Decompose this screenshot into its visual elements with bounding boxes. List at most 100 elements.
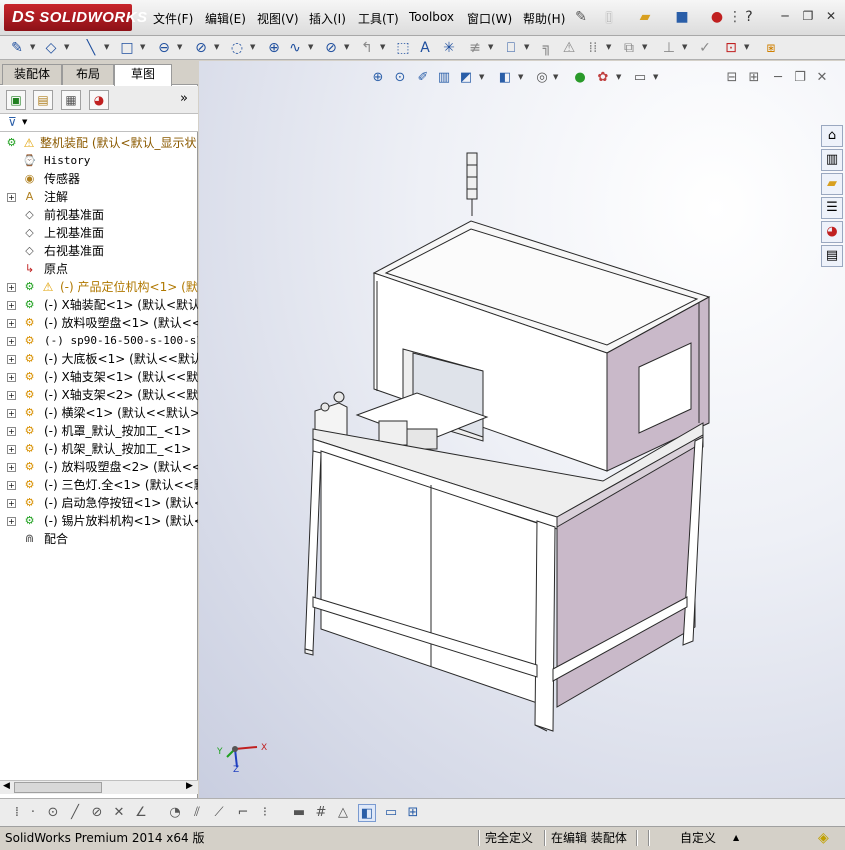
arc-icon[interactable]: ◔ bbox=[166, 804, 184, 822]
plane-icon[interactable]: ⬚ bbox=[394, 39, 412, 57]
ellipse-icon[interactable]: ⊘ bbox=[322, 39, 340, 57]
tree-item[interactable]: + ⚙ ⚠ (-) 产品定位机构<1> (默 bbox=[0, 278, 198, 296]
expand-panel-icon[interactable]: » bbox=[180, 91, 188, 106]
save-icon[interactable]: ■ bbox=[673, 8, 691, 26]
expand-icon[interactable]: + bbox=[7, 517, 16, 526]
relations-icon[interactable]: ⊥ bbox=[660, 39, 678, 57]
tree-item[interactable]: + ⚙ (-) 大底板<1> (默认<<默认_ bbox=[0, 350, 198, 368]
horizontal-icon[interactable]: ⟋ bbox=[210, 804, 228, 822]
expand-icon[interactable]: + bbox=[7, 301, 16, 310]
corner-icon[interactable]: ⌐ bbox=[234, 804, 252, 822]
expand-icon[interactable]: + bbox=[7, 373, 16, 382]
chevron-down-icon[interactable]: ▼ bbox=[308, 44, 314, 51]
chevron-down-icon[interactable]: ▼ bbox=[250, 44, 256, 51]
menu-tools[interactable]: 工具(T) bbox=[358, 10, 399, 27]
tree-item[interactable]: ⌚ History bbox=[0, 152, 198, 170]
chevron-down-icon[interactable]: ▼ bbox=[682, 44, 688, 51]
tab-layout[interactable]: 布局 bbox=[62, 64, 114, 85]
chevron-down-icon[interactable]: ▼ bbox=[380, 44, 386, 51]
smart-dimension-icon[interactable]: ◇ bbox=[42, 39, 60, 57]
close-icon[interactable]: ✕ bbox=[824, 9, 838, 23]
open-folder-icon[interactable]: ▰ bbox=[636, 8, 654, 26]
help-icon[interactable]: ? bbox=[740, 8, 758, 26]
expand-icon[interactable]: + bbox=[7, 319, 16, 328]
scroll-thumb[interactable] bbox=[14, 782, 102, 793]
circle-icon[interactable]: ⊘ bbox=[192, 39, 210, 57]
repair-icon[interactable]: ✓ bbox=[696, 39, 714, 57]
slot-icon[interactable]: ⊖ bbox=[155, 39, 173, 57]
spline-icon[interactable]: ∿ bbox=[286, 39, 304, 57]
chevron-down-icon[interactable]: ▼ bbox=[30, 44, 36, 51]
design-library-icon[interactable]: ▰ bbox=[821, 173, 843, 195]
convert-entities-icon[interactable]: ⎕ bbox=[502, 39, 520, 57]
window-single-icon[interactable]: ▭ bbox=[382, 804, 400, 822]
chevron-down-icon[interactable]: ▼ bbox=[606, 44, 612, 51]
configuration-manager-icon[interactable]: ▦ bbox=[61, 90, 81, 110]
chevron-down-icon[interactable]: ▼ bbox=[344, 44, 350, 51]
expand-icon[interactable]: + bbox=[7, 337, 16, 346]
filter-icon[interactable]: ⊽ bbox=[8, 115, 17, 129]
circle-icon[interactable]: ⊙ bbox=[44, 804, 62, 822]
menu-window[interactable]: 窗口(W) bbox=[467, 10, 512, 27]
3d-view-icon[interactable]: ◧ bbox=[358, 804, 376, 822]
tag-icon[interactable]: ◈ bbox=[818, 827, 829, 849]
text-icon[interactable]: A bbox=[416, 39, 434, 57]
restore-icon[interactable]: ❐ bbox=[801, 9, 815, 23]
chevron-down-icon[interactable]: ▼ bbox=[214, 44, 220, 51]
grid-icon[interactable]: # bbox=[312, 804, 330, 822]
tree-item[interactable]: + ⚙ (-) 横梁<1> (默认<<默认>_ bbox=[0, 404, 198, 422]
point-icon[interactable]: ✳ bbox=[440, 39, 458, 57]
expand-icon[interactable]: + bbox=[7, 499, 16, 508]
angle-icon[interactable]: △ bbox=[334, 804, 352, 822]
point-icon[interactable]: · bbox=[24, 804, 42, 822]
rebuild-icon[interactable]: ● bbox=[708, 8, 726, 26]
scroll-left-icon[interactable]: ◀ bbox=[3, 781, 10, 791]
scroll-right-icon[interactable]: ▶ bbox=[186, 781, 193, 791]
units-arrow-icon[interactable]: ▲ bbox=[733, 827, 739, 849]
menu-file[interactable]: 文件(F) bbox=[153, 10, 193, 27]
tree-item[interactable]: ◇ 右视基准面 bbox=[0, 242, 198, 260]
ruler-icon[interactable]: ▬ bbox=[290, 804, 308, 822]
tree-root-assembly[interactable]: ⚙ ⚠ 整机装配 (默认<默认_显示状 bbox=[0, 134, 198, 152]
chevron-down-icon[interactable]: ▼ bbox=[488, 44, 494, 51]
tree-item[interactable]: + ⚙ (-) 放料吸塑盘<1> (默认<<默 bbox=[0, 314, 198, 332]
chevron-down-icon[interactable]: ▼ bbox=[140, 44, 146, 51]
pin-icon[interactable]: ✎ bbox=[572, 8, 590, 26]
tree-item[interactable]: + ⚙ (-) 机罩_默认_按加工_<1> bbox=[0, 422, 198, 440]
tree-item[interactable]: + ⚙ (-) X轴支架<2> (默认<<默认 bbox=[0, 386, 198, 404]
chevron-down-icon[interactable]: ▼ bbox=[177, 44, 183, 51]
expand-icon[interactable]: + bbox=[7, 391, 16, 400]
property-manager-icon[interactable]: ▤ bbox=[33, 90, 53, 110]
pattern-icon[interactable]: ⁞⁞ bbox=[584, 39, 602, 57]
tree-item[interactable]: + ⚙ (-) 机架_默认_按加工_<1> bbox=[0, 440, 198, 458]
tree-item[interactable]: ◉ 传感器 bbox=[0, 170, 198, 188]
arc-icon[interactable]: ◌ bbox=[228, 39, 246, 57]
file-explorer-icon[interactable]: ☰ bbox=[821, 197, 843, 219]
tree-item[interactable]: + ⚙ (-) sp90-16-500-s-100-s1-r bbox=[0, 332, 198, 350]
tab-assembly[interactable]: 装配体 bbox=[2, 64, 62, 85]
offset-icon[interactable]: ╗ bbox=[538, 39, 556, 57]
sketch-icon[interactable]: ✎ bbox=[8, 39, 26, 57]
menu-help[interactable]: 帮助(H) bbox=[523, 10, 565, 27]
expand-icon[interactable]: + bbox=[7, 427, 16, 436]
chevron-down-icon[interactable]: ▼ bbox=[642, 44, 648, 51]
chevron-down-icon[interactable]: ▼ bbox=[524, 44, 530, 51]
tree-item[interactable]: ⋒ 配合 bbox=[0, 530, 198, 548]
fillet-icon[interactable]: ↰ bbox=[358, 39, 376, 57]
menu-insert[interactable]: 插入(I) bbox=[309, 10, 346, 27]
tree-item[interactable]: + ⚙ (-) 放料吸塑盘<2> (默认<<默 bbox=[0, 458, 198, 476]
expand-icon[interactable]: + bbox=[7, 283, 16, 292]
expand-icon[interactable]: + bbox=[7, 409, 16, 418]
tree-item[interactable]: ◇ 上视基准面 bbox=[0, 224, 198, 242]
move-icon[interactable]: ⧉ bbox=[620, 39, 638, 57]
tree-item[interactable]: ↳ 原点 bbox=[0, 260, 198, 278]
intersection-icon[interactable]: ✕ bbox=[110, 804, 128, 822]
tree-item[interactable]: + ⚙ (-) 启动急停按钮<1> (默认< bbox=[0, 494, 198, 512]
resources-icon[interactable]: ▥ bbox=[821, 149, 843, 171]
chevron-down-icon[interactable]: ▼ bbox=[104, 44, 110, 51]
menu-edit[interactable]: 编辑(E) bbox=[205, 10, 246, 27]
instant2d-icon[interactable]: ⧆ bbox=[762, 39, 780, 57]
units-selector[interactable]: 自定义 bbox=[680, 827, 716, 849]
expand-icon[interactable]: + bbox=[7, 445, 16, 454]
trim-icon[interactable]: ≢ bbox=[466, 39, 484, 57]
